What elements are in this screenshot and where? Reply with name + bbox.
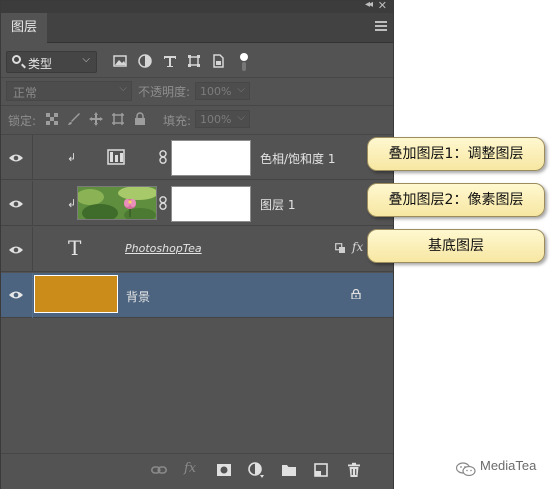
tab-layers[interactable]: 图层 <box>1 13 47 43</box>
eye-icon[interactable] <box>9 290 23 300</box>
lock-label: 锁定: <box>8 114 37 128</box>
eye-icon[interactable] <box>9 199 23 209</box>
fill-label: 填充: <box>163 114 192 128</box>
add-mask-icon[interactable] <box>216 462 232 478</box>
opacity-label: 不透明度: <box>138 85 191 99</box>
new-group-folder-icon[interactable] <box>281 462 297 478</box>
clipping-arrow-icon: ↲ <box>67 197 77 210</box>
delete-layer-trash-icon[interactable] <box>346 462 362 478</box>
divider <box>1 105 393 106</box>
layers-panel: ◂◂ ✕ 图层 类型 ⌵ 正常 ⌵ 不透明度: 100% ⌵ 锁定: 填充: 1… <box>0 0 394 489</box>
chevron-down-icon: ⌵ <box>119 83 127 94</box>
layer-name[interactable]: 图层 1 <box>260 196 295 213</box>
callout-base-layer: 基底图层 <box>367 229 545 263</box>
lock-artboard-icon[interactable] <box>111 112 125 126</box>
filter-toggle[interactable] <box>239 53 249 71</box>
lotus-photo-thumbnail[interactable] <box>77 186 157 220</box>
new-adjustment-layer-icon[interactable] <box>248 462 264 478</box>
collapse-icon[interactable]: ◂◂ <box>365 0 373 10</box>
filter-type-select[interactable]: 类型 ⌵ <box>6 51 97 73</box>
lock-all-icon[interactable] <box>133 112 147 126</box>
chevron-down-icon: ⌵ <box>237 84 245 95</box>
filter-pixel-icon[interactable] <box>113 54 127 68</box>
layers-bottom-bar: fx <box>1 453 393 489</box>
divider <box>1 77 393 78</box>
panel-titlebar: ◂◂ ✕ <box>1 0 393 13</box>
callout-overlay-layer-2: 叠加图层2：像素图层 <box>367 183 545 217</box>
layer-row-layer-1[interactable]: ↲ 图层 1 <box>1 181 393 226</box>
eye-icon[interactable] <box>9 153 23 163</box>
lock-position-icon[interactable] <box>89 112 103 126</box>
opacity-value: 100% <box>200 85 232 98</box>
fill-value: 100% <box>200 113 232 126</box>
lock-icon <box>351 289 361 299</box>
layer-effects-fx-icon[interactable]: fx <box>352 240 363 254</box>
layer-name[interactable]: 背景 <box>126 288 150 305</box>
filter-shape-icon[interactable] <box>187 54 201 68</box>
blend-mode-select[interactable]: 正常 ⌵ <box>6 81 132 101</box>
filter-adjustment-icon[interactable] <box>138 54 152 68</box>
layer-row-background[interactable]: 背景 <box>1 273 393 318</box>
filter-type-icon[interactable] <box>163 54 177 68</box>
add-layer-style-fx-icon[interactable]: fx <box>184 461 196 476</box>
fill-field[interactable]: 100% ⌵ <box>195 110 250 128</box>
tab-bar: 图层 <box>1 13 393 43</box>
chevron-down-icon: ⌵ <box>82 54 90 65</box>
layer-mask-thumbnail[interactable] <box>171 186 251 222</box>
hue-saturation-adjustment-icon <box>107 149 125 165</box>
wechat-logo-icon <box>456 462 476 476</box>
watermark-text: MediaTea <box>480 458 537 473</box>
callout-overlay-layer-1: 叠加图层1：调整图层 <box>367 137 545 171</box>
lock-transparent-pixels-icon[interactable] <box>45 112 59 126</box>
clipping-group-icon <box>335 243 345 253</box>
layer-row-photoshoptea[interactable]: T PhotoshopTea fx <box>1 227 393 272</box>
blend-mode-value: 正常 <box>13 86 38 100</box>
search-icon <box>12 55 21 64</box>
layer-name[interactable]: 色相/饱和度 1 <box>260 150 336 167</box>
opacity-field[interactable]: 100% ⌵ <box>195 82 250 100</box>
type-layer-icon: T <box>68 236 82 260</box>
eye-icon[interactable] <box>9 245 23 255</box>
mask-link-icon[interactable] <box>159 150 167 164</box>
filter-type-label: 类型 <box>28 57 53 71</box>
layer-row-hue-saturation[interactable]: ↲ 色相/饱和度 1 <box>1 135 393 180</box>
layer-name[interactable]: PhotoshopTea <box>125 242 202 255</box>
lock-image-pixels-icon[interactable] <box>67 112 81 126</box>
filter-smart-object-icon[interactable] <box>211 54 225 68</box>
chevron-down-icon: ⌵ <box>237 112 245 123</box>
link-layers-icon[interactable] <box>151 462 167 478</box>
clipping-arrow-icon: ↲ <box>67 151 77 164</box>
panel-menu-icon[interactable] <box>375 21 387 33</box>
layer-mask-thumbnail[interactable] <box>171 140 251 176</box>
mask-link-icon[interactable] <box>159 196 167 210</box>
close-icon[interactable]: ✕ <box>378 0 387 12</box>
background-thumbnail[interactable] <box>34 275 118 313</box>
new-layer-icon[interactable] <box>313 462 329 478</box>
